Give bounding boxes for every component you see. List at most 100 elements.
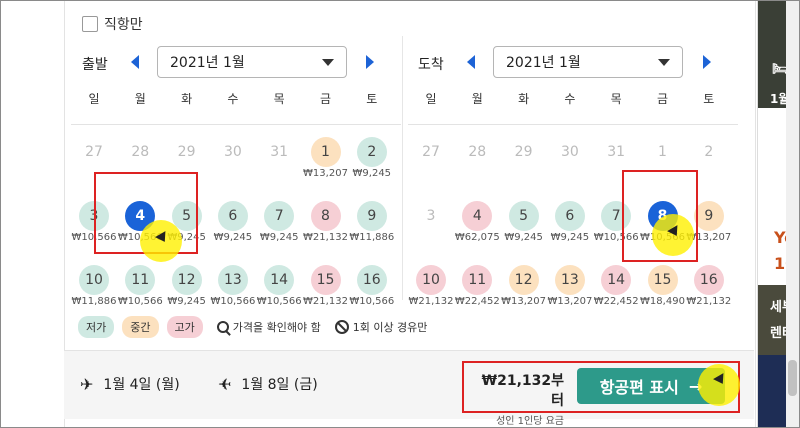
departure-header-rule: [71, 124, 402, 125]
departure-day-cell[interactable]: 1 ₩13,207: [303, 137, 349, 183]
departure-weekday: 일: [88, 92, 100, 106]
arrival-day-cell[interactable]: 11 ₩22,452: [454, 265, 500, 311]
nonstop-checkbox[interactable]: [82, 16, 98, 32]
arrival-day-number: 5: [508, 201, 539, 231]
departure-day-cell[interactable]: 15 ₩21,132: [303, 265, 349, 311]
departure-day-number: 10: [79, 265, 109, 295]
departure-day-cell[interactable]: 9 ₩11,886: [349, 201, 395, 247]
departure-day-number: 28: [131, 144, 150, 160]
departure-day-price: ₩9,245: [352, 168, 392, 179]
departure-day-number: 16: [356, 265, 387, 295]
departing-plane-icon: ✈: [80, 374, 94, 394]
departure-day-number: 7: [264, 201, 295, 231]
departure-day-cell[interactable]: 12 ₩9,245: [164, 265, 210, 311]
arrival-month-select[interactable]: 2021년 1월: [493, 46, 683, 78]
arrival-day-cell: 29: [501, 137, 547, 183]
prohibited-icon: [334, 320, 349, 334]
departure-day-price: ₩10,566: [349, 296, 395, 307]
arrival-day-cell[interactable]: 16 ₩21,132: [686, 265, 732, 311]
inbound-summary: ✈ 1월 8일 (금): [218, 374, 318, 394]
arrival-day-number: 1: [658, 144, 667, 160]
arrival-prev-month-icon[interactable]: [467, 55, 475, 69]
arrival-day-number: 14: [601, 265, 632, 295]
scrollbar-thumb[interactable]: [788, 360, 797, 396]
arrival-weekday: 월: [471, 92, 483, 106]
arrival-weekday: 토: [703, 92, 715, 106]
arrival-day-number: 11: [462, 265, 493, 295]
departure-day-cell[interactable]: 14 ₩10,566: [256, 265, 302, 311]
show-flights-label: 항공편 표시: [599, 378, 679, 397]
legend-stops-text: 1회 이상 경유만: [352, 321, 428, 334]
arrival-day-number: 3: [426, 208, 436, 224]
arrival-day-cell: 3: [408, 201, 454, 247]
departure-day-number: 27: [85, 144, 103, 160]
departure-day-cell[interactable]: 7 ₩9,245: [256, 201, 302, 247]
arrival-next-month-icon[interactable]: [703, 55, 711, 69]
departure-day-number: 9: [356, 201, 387, 231]
departure-weekday: 화: [181, 92, 193, 106]
arrival-day-price: ₩21,132: [686, 296, 732, 307]
arrival-day-cell[interactable]: 5 ₩9,245: [501, 201, 547, 247]
arrival-day-number: 16: [693, 265, 724, 295]
departure-day-number: 29: [177, 144, 196, 160]
arrival-day-cell: 30: [547, 137, 593, 183]
search-icon: [216, 321, 229, 333]
arrival-weekday: 일: [425, 92, 437, 106]
legend-stops: 1회 이상 경유만: [334, 319, 428, 335]
arrival-month-value: 2021년 1월: [506, 55, 581, 71]
legend-mid: 중간: [122, 316, 159, 338]
nonstop-filter[interactable]: 직항만: [82, 14, 143, 34]
departure-weekday: 토: [366, 92, 378, 106]
arrival-day-cell[interactable]: 4 ₩62,075: [454, 201, 500, 247]
departure-day-cell: 31: [256, 137, 302, 183]
calendar-divider: [402, 36, 403, 300]
arrival-weekday: 수: [564, 92, 576, 106]
departure-day-cell[interactable]: 2 ₩9,245: [349, 137, 395, 183]
legend-high: 고가: [166, 316, 203, 338]
arrival-day-cell[interactable]: 13 ₩13,207: [547, 265, 593, 311]
chevron-down-icon: [658, 58, 670, 66]
departure-day-number: 11: [125, 265, 156, 295]
from-price-note: 성인 1인당 요금: [496, 416, 564, 427]
departure-month-select[interactable]: 2021년 1월: [157, 46, 347, 78]
departure-day-number: 2: [356, 137, 387, 167]
departure-day-number: 1: [310, 137, 341, 167]
departure-weekday: 금: [319, 92, 332, 106]
arrival-day-number: 15: [647, 265, 678, 295]
departure-day-cell[interactable]: 13 ₩10,566: [210, 265, 256, 311]
from-price: ₩21,132부터 성인 1인당 요금: [478, 370, 564, 427]
departure-day-cell[interactable]: 16 ₩10,566: [349, 265, 395, 311]
arrival-weekday: 금: [656, 92, 669, 106]
departure-next-month-icon[interactable]: [366, 55, 374, 69]
departure-day-cell[interactable]: 6 ₩9,245: [210, 201, 256, 247]
arrival-day-number: 10: [416, 265, 446, 295]
from-price-amount: ₩21,132부터: [481, 373, 564, 409]
arrival-day-cell[interactable]: 6 ₩9,245: [547, 201, 593, 247]
arrival-day-cell: 27: [408, 137, 454, 183]
arrival-day-number: 12: [508, 265, 539, 295]
departure-day-price: ₩11,886: [349, 232, 395, 243]
arrival-day-number: 13: [554, 265, 585, 295]
arrival-day-number: 31: [607, 144, 626, 160]
arrival-weekday: 화: [518, 92, 530, 106]
price-legend: 저가 중간 고가 가격을 확인해야 함 1회 이상 경유만: [78, 316, 427, 338]
arrival-day-cell[interactable]: 12 ₩13,207: [501, 265, 547, 311]
arrival-day-cell[interactable]: 10 ₩21,132: [408, 265, 454, 311]
departure-weekday: 수: [227, 92, 239, 106]
arrival-day-number: 2: [704, 144, 714, 160]
arrival-day-cell[interactable]: 15 ₩18,490: [640, 265, 686, 311]
legend-cheap: 저가: [78, 316, 115, 338]
departure-month-value: 2021년 1월: [170, 55, 245, 71]
departure-day-cell[interactable]: 10 ₩11,886: [71, 265, 117, 311]
departure-day-cell[interactable]: 8 ₩21,132: [303, 201, 349, 247]
departure-prev-month-icon[interactable]: [131, 55, 139, 69]
departure-weekday: 월: [134, 92, 146, 106]
arrival-day-cell[interactable]: 14 ₩22,452: [593, 265, 639, 311]
outbound-summary: ✈ 1월 4일 (월): [80, 374, 180, 394]
arrival-day-cell: 28: [454, 137, 500, 183]
departure-label: 출발: [82, 57, 108, 73]
legend-check-text: 가격을 확인해야 함: [232, 321, 321, 334]
arrival-label: 도착: [418, 57, 444, 73]
departure-day-number: 12: [171, 265, 202, 295]
departure-day-cell[interactable]: 11 ₩10,566: [117, 265, 163, 311]
